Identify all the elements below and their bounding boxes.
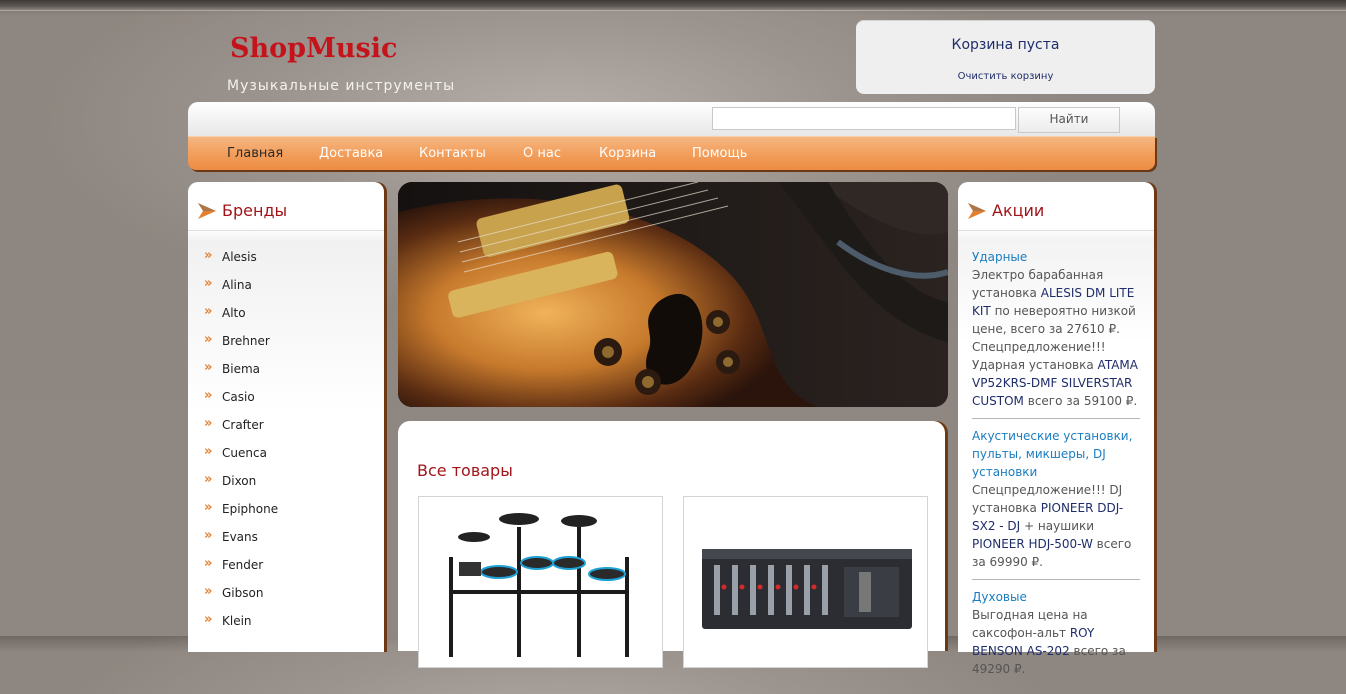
nav-item-home[interactable]: Главная	[227, 146, 283, 161]
chevron-right-icon: »	[204, 612, 213, 627]
brand-item[interactable]: » Gibson	[204, 584, 364, 604]
site-logo[interactable]: ShopMusic	[230, 33, 397, 64]
brand-item[interactable]: » Alto	[204, 304, 364, 324]
chevron-right-icon: »	[204, 248, 213, 263]
promo-list: Ударные Электро барабанная установка ALE…	[972, 248, 1140, 694]
chevron-right-icon: »	[204, 500, 213, 515]
brand-item[interactable]: » Klein	[204, 612, 364, 632]
brand-item[interactable]: » Evans	[204, 528, 364, 548]
promo-item: Акустические установки, пульты, микшеры,…	[972, 427, 1140, 580]
brand-item[interactable]: » Alesis	[204, 248, 364, 268]
top-border-highlight	[0, 10, 1346, 11]
product-card-mixer[interactable]	[683, 496, 928, 668]
brand-item[interactable]: » Epiphone	[204, 500, 364, 520]
chevron-right-icon: »	[204, 416, 213, 431]
promos-panel-header: Акции	[958, 182, 1154, 231]
top-border	[0, 0, 1346, 10]
search-input[interactable]	[712, 107, 1016, 130]
nav-item-about[interactable]: О нас	[523, 146, 561, 161]
site-tagline: Музыкальные инструменты	[227, 78, 456, 94]
brand-item[interactable]: » Biema	[204, 360, 364, 380]
brand-item[interactable]: » Crafter	[204, 416, 364, 436]
nav-item-cart[interactable]: Корзина	[599, 146, 656, 161]
products-title: Все товары	[417, 461, 513, 480]
chevron-right-icon: »	[204, 556, 213, 571]
drum-kit-image	[449, 513, 629, 657]
products-section: Все товары	[398, 421, 945, 668]
promo-category-link[interactable]: Духовые	[972, 588, 1140, 606]
chevron-right-icon: »	[204, 584, 213, 599]
brands-panel-header: Бренды	[188, 182, 384, 231]
chevron-right-icon: »	[204, 304, 213, 319]
chevron-right-icon: »	[204, 528, 213, 543]
promo-text: + наушики	[1024, 519, 1095, 533]
brand-item[interactable]: » Dixon	[204, 472, 364, 492]
promo-item: Духовые Выгодная цена на саксофон-альт R…	[972, 588, 1140, 686]
nav-item-delivery[interactable]: Доставка	[319, 146, 383, 161]
brand-item[interactable]: » Fender	[204, 556, 364, 576]
arrow-icon	[968, 203, 986, 219]
chevron-right-icon: »	[204, 444, 213, 459]
product-card-drum-kit[interactable]	[418, 496, 663, 668]
main-nav: Главная Доставка Контакты О нас Корзина …	[188, 136, 1155, 170]
promo-category-link[interactable]: Ударные	[972, 248, 1140, 266]
cart-box: Корзина пуста Очистить корзину	[856, 20, 1155, 94]
promo-category-link[interactable]: Акустические установки, пульты, микшеры,…	[972, 427, 1140, 481]
product-link[interactable]: PIONEER HDJ-500-W	[972, 537, 1093, 551]
clear-cart-link[interactable]: Очистить корзину	[856, 71, 1155, 82]
search-button[interactable]: Найти	[1018, 107, 1120, 133]
promo-text: всего за 59100 ₽.	[1027, 394, 1138, 408]
search-bar: Найти	[188, 102, 1155, 138]
chevron-right-icon: »	[204, 276, 213, 291]
promos-panel: Акции Ударные Электро барабанная установ…	[958, 182, 1154, 676]
brands-title: Бренды	[222, 201, 288, 220]
brand-item[interactable]: » Brehner	[204, 332, 364, 352]
brand-item[interactable]: » Alina	[204, 276, 364, 296]
arrow-icon	[198, 203, 216, 219]
chevron-right-icon: »	[204, 388, 213, 403]
chevron-right-icon: »	[204, 360, 213, 375]
promo-item: Ударные Электро барабанная установка ALE…	[972, 248, 1140, 419]
nav-item-help[interactable]: Помощь	[692, 146, 747, 161]
promos-title: Акции	[992, 201, 1045, 220]
brands-panel: Бренды » Alesis » Alina » Alto » Brehner » Bi…	[188, 182, 384, 652]
chevron-right-icon: »	[204, 332, 213, 347]
chevron-right-icon: »	[204, 472, 213, 487]
guitar-illustration	[398, 182, 948, 407]
mixer-image	[702, 549, 912, 629]
brand-item[interactable]: » Casio	[204, 388, 364, 408]
brand-item[interactable]: » Cuenca	[204, 444, 364, 464]
hero-banner-image	[398, 182, 948, 407]
cart-status: Корзина пуста	[951, 37, 1060, 53]
nav-item-contacts[interactable]: Контакты	[419, 146, 486, 161]
